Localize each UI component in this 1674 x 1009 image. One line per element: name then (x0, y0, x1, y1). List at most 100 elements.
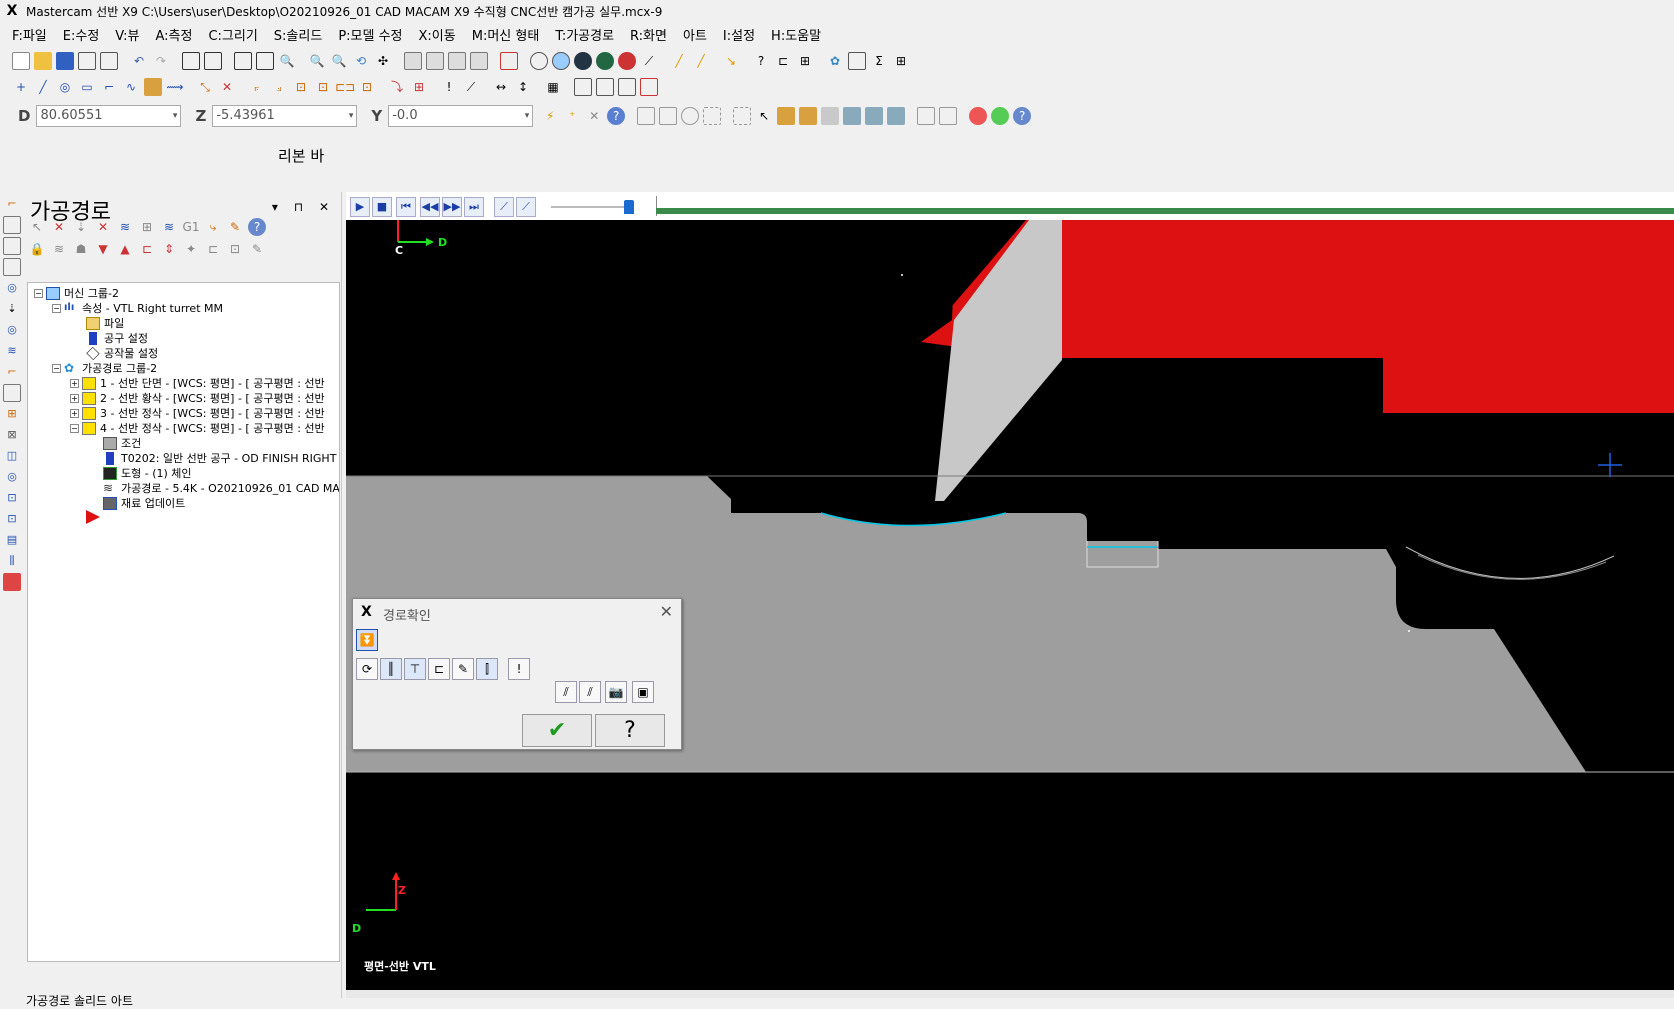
new-file-icon[interactable] (12, 52, 30, 70)
help-icon[interactable]: ? (1013, 107, 1032, 125)
unzoom-icon[interactable]: 🔍 (308, 52, 326, 70)
snap-icon[interactable]: ✕ (585, 107, 603, 125)
expand-dialog-icon[interactable]: ⏬ (356, 629, 378, 651)
analyze-icon[interactable]: ↘ (722, 52, 740, 70)
menu-edit[interactable]: E:수정 (63, 25, 100, 44)
chain-select-icon[interactable] (733, 107, 752, 125)
quick-verify-icon[interactable]: ⫿ (476, 658, 498, 680)
backplot-all-icon[interactable]: ⫽ (579, 681, 601, 703)
tree-op4-parameters[interactable]: 조건 (103, 435, 141, 451)
lathe-stock-icon[interactable]: ⌐ (3, 363, 21, 381)
color-icon[interactable]: ╱ (670, 52, 688, 70)
section-icon[interactable] (618, 52, 636, 70)
lathe-tailstock-icon[interactable]: ⊞ (3, 405, 21, 423)
display-options-icon[interactable]: ⟳ (356, 658, 378, 680)
menu-solids[interactable]: S:솔리드 (274, 25, 323, 44)
tree-operation-2[interactable]: + 2 - 선반 황삭 - [WCS: 평면] - [ 공구평면 : 선반 (70, 390, 325, 406)
insert-arrow[interactable] (86, 509, 102, 525)
backplot-path-icon[interactable]: ⫽ (555, 681, 577, 703)
transform-icon[interactable]: ⟿ (166, 78, 184, 96)
undo-icon[interactable]: ↶ (130, 52, 148, 70)
zoom-target-icon[interactable] (256, 52, 274, 70)
tree-tool-settings[interactable]: 공구 설정 (86, 330, 148, 346)
lathe-plunge-icon[interactable]: ▤ (3, 531, 21, 549)
menu-screen[interactable]: R:화면 (630, 25, 667, 44)
menu-art[interactable]: 아트 (683, 25, 707, 44)
fast-point-icon[interactable]: ⚡ (541, 107, 559, 125)
body-select-icon[interactable] (799, 107, 818, 125)
step-back-icon[interactable]: ◀◀ (420, 197, 440, 217)
loop-select-icon[interactable] (865, 107, 884, 125)
show-path-icon[interactable]: ⟋ (516, 197, 536, 217)
leader-icon[interactable]: ⟋ (462, 78, 480, 96)
lathe-rough-icon[interactable] (3, 216, 21, 234)
scroll-to-insert-icon[interactable]: ⇕ (160, 240, 178, 258)
d-coordinate-field[interactable]: 80.60551 ▾ (36, 105, 182, 127)
display-endpoints-icon[interactable]: ✎ (452, 658, 474, 680)
tree-op4-geometry[interactable]: 도형 - (1) 체인 (103, 465, 192, 481)
view-iso-icon[interactable] (470, 52, 488, 70)
play-icon[interactable]: ▶ (350, 197, 370, 217)
line-icon[interactable]: ╱ (34, 78, 52, 96)
lathe-multi-icon[interactable]: ⫼ (3, 552, 21, 570)
backplot-icon[interactable] (596, 78, 614, 96)
shaded-edges-icon[interactable] (574, 52, 592, 70)
repaint-icon[interactable] (204, 52, 222, 70)
step-last-icon[interactable]: ⏭ (464, 197, 484, 217)
tree-op4-toolpath[interactable]: ≋ 가공경로 - 5.4K - O20210926_01 CAD MAC (103, 480, 339, 496)
view-front-icon[interactable] (426, 52, 444, 70)
view-top-icon[interactable] (404, 52, 422, 70)
tree-operation-3[interactable]: + 3 - 선반 정삭 - [WCS: 평면] - [ 공구평면 : 선반 (70, 405, 325, 421)
display-rapid-icon[interactable]: ⊏ (428, 658, 450, 680)
redo-icon[interactable]: ↷ (152, 52, 170, 70)
window-select-icon[interactable] (703, 107, 722, 125)
verify-icon[interactable] (618, 78, 636, 96)
stop-icon[interactable]: ■ (372, 197, 392, 217)
menu-xform[interactable]: X:이동 (419, 25, 456, 44)
horizontal-dimension-icon[interactable]: ↔ (492, 78, 510, 96)
z-coordinate-field[interactable]: -5.43961 ▾ (212, 105, 358, 127)
close-icon[interactable]: ✕ (660, 602, 673, 621)
display-holder-icon[interactable]: ⊤ (404, 658, 426, 680)
selection-manager-icon[interactable] (939, 107, 958, 125)
fillet-icon[interactable]: ⌐ (100, 78, 118, 96)
expand-icon[interactable]: + (70, 393, 79, 403)
alert-icon[interactable]: ! (508, 658, 530, 680)
rectangle-icon[interactable]: ▭ (78, 78, 96, 96)
collapse-icon[interactable]: − (70, 423, 79, 433)
speed-slider-thumb[interactable] (624, 200, 634, 214)
hatch-icon[interactable]: ▦ (544, 78, 562, 96)
select-failed-ops-icon[interactable]: ✕ (50, 218, 68, 236)
move-up-icon[interactable]: ▲ (116, 240, 134, 258)
xform-rotate-icon[interactable]: ⊞ (410, 78, 428, 96)
settings-icon[interactable]: ✿ (826, 52, 844, 70)
save-icon[interactable] (56, 52, 74, 70)
shaded-icon[interactable] (552, 52, 570, 70)
dimension-icon[interactable]: ⊏ (774, 52, 792, 70)
step-first-icon[interactable]: ⏮ (396, 197, 416, 217)
join-icon[interactable]: ⟓ (270, 78, 288, 96)
fit-icon[interactable] (182, 52, 200, 70)
print-preview-icon[interactable] (100, 52, 118, 70)
help-button[interactable]: ? (595, 714, 665, 747)
offset-icon[interactable]: ⊡ (314, 78, 332, 96)
lock-icon[interactable]: 🔒 (28, 240, 46, 258)
project-icon[interactable]: ⊡ (358, 78, 376, 96)
regenerate-icon[interactable]: ⇣ (72, 218, 90, 236)
cursor-icon[interactable]: ↖ (755, 107, 773, 125)
wireframe-icon[interactable] (530, 52, 548, 70)
modify-length-icon[interactable]: ⊡ (292, 78, 310, 96)
spline-icon[interactable]: ∿ (122, 78, 140, 96)
menu-help[interactable]: H:도움말 (771, 25, 821, 44)
cancel-icon[interactable] (969, 107, 988, 125)
lathe-steady-rest-icon[interactable]: ⊠ (3, 426, 21, 444)
menu-model-prep[interactable]: P:모델 수정 (338, 25, 402, 44)
sum-icon[interactable]: Σ (870, 52, 888, 70)
panel-help-icon[interactable]: ? (248, 218, 266, 236)
progress-bar[interactable] (656, 192, 1674, 220)
tree-stock-settings[interactable]: 공작물 설정 (86, 345, 158, 361)
print-icon[interactable] (78, 52, 96, 70)
panel-controls[interactable]: ▾ ⊓ ✕ (272, 200, 335, 214)
high-feed-icon[interactable]: ⤷ (204, 218, 222, 236)
mirror-icon[interactable]: ⊏⊐ (335, 78, 355, 96)
